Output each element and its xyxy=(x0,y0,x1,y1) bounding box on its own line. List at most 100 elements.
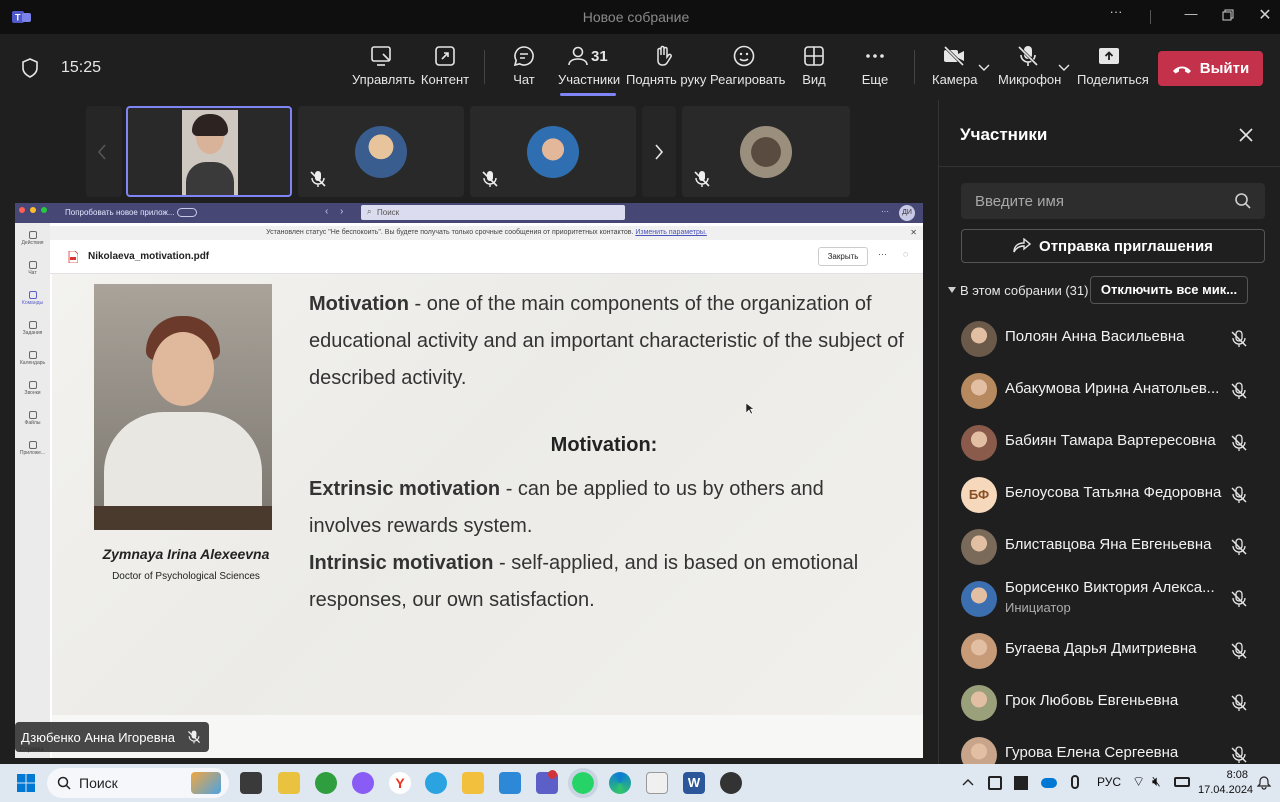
more-options-icon[interactable]: ··· xyxy=(1105,4,1127,19)
mic-off-icon xyxy=(1231,538,1247,555)
rail-item-label: Приложе... xyxy=(19,450,46,456)
video-tile-participant[interactable] xyxy=(470,106,636,197)
collapse-caret-icon[interactable] xyxy=(947,286,957,294)
video-tile-participant[interactable] xyxy=(682,106,850,197)
wifi-icon[interactable]: ⌔ xyxy=(1132,773,1145,791)
taskbar-date[interactable]: 17.04.2024 xyxy=(1198,784,1253,796)
rail-item[interactable]: Файлы xyxy=(15,411,50,426)
alice-icon[interactable] xyxy=(352,772,374,794)
file-explorer-icon[interactable] xyxy=(462,772,484,794)
mute-all-button[interactable]: Отключить все мик... xyxy=(1090,276,1248,304)
rail-item-icon xyxy=(28,411,37,419)
participant-avatar xyxy=(961,321,997,357)
participant-row[interactable]: Борисенко Виктория Алекса... Инициатор xyxy=(961,579,1271,619)
mic-off-icon xyxy=(310,171,326,187)
participant-row[interactable]: Грок Любовь Евгеньевна xyxy=(961,683,1271,723)
section-header: В этом собрании (31) xyxy=(960,283,1089,298)
strip-next-button[interactable] xyxy=(642,106,676,197)
word-icon[interactable]: W xyxy=(683,772,705,794)
participant-row[interactable]: Блиставцова Яна Евгеньевна xyxy=(961,527,1271,567)
app-icon-green[interactable] xyxy=(315,772,337,794)
chevron-down-icon[interactable] xyxy=(1058,64,1070,72)
strip-prev-button[interactable] xyxy=(86,106,122,197)
battery-icon[interactable] xyxy=(1174,777,1190,787)
close-file-button[interactable]: Закрыть xyxy=(818,247,868,266)
try-new-toggle[interactable] xyxy=(177,208,197,217)
volume-muted-icon[interactable]: 🔇︎ xyxy=(1152,773,1161,790)
participant-row[interactable]: Бабиян Тамара Вартересовна xyxy=(961,423,1271,463)
close-panel-icon[interactable] xyxy=(1238,127,1254,143)
rail-item[interactable]: Приложе... xyxy=(15,441,50,456)
chevron-down-icon[interactable] xyxy=(978,64,990,72)
notifications-bell-icon[interactable] xyxy=(1257,776,1271,790)
camera-off-icon xyxy=(943,45,965,67)
camera-button[interactable]: Камера xyxy=(932,44,977,87)
task-view-icon[interactable] xyxy=(240,772,262,794)
onedrive-icon[interactable] xyxy=(1041,778,1057,788)
close-window-icon[interactable]: ✕ xyxy=(1254,5,1276,25)
panel-divider xyxy=(939,166,1280,167)
share-button[interactable]: Поделиться xyxy=(1077,44,1149,87)
participant-search-placeholder: Введите имя xyxy=(975,193,1064,210)
tray-app-icon[interactable] xyxy=(1014,776,1028,790)
rail-item-label: Звонки xyxy=(24,390,41,396)
close-notice-icon[interactable]: ✕ xyxy=(910,226,917,240)
rail-item[interactable]: Звонки xyxy=(15,381,50,396)
pdf-file-icon xyxy=(68,251,78,263)
video-tile-self[interactable] xyxy=(126,106,292,197)
shield-icon[interactable] xyxy=(21,58,39,78)
file-chat-icon[interactable]: ◌ xyxy=(903,249,908,259)
participant-search-input[interactable]: Введите имя xyxy=(961,183,1265,219)
microphone-tray-icon[interactable] xyxy=(1071,775,1079,789)
rail-item[interactable]: Чат xyxy=(15,261,50,276)
mic-label: Микрофон xyxy=(998,72,1062,87)
inner-search-box[interactable]: ⌕ Поиск xyxy=(361,205,625,220)
chat-button[interactable]: Чат xyxy=(508,44,540,87)
mic-off-icon xyxy=(694,171,710,187)
edge-icon[interactable] xyxy=(609,772,631,794)
send-invite-button[interactable]: Отправка приглашения xyxy=(961,229,1265,263)
pdf-slide: Zymnaya Irina Alexeevna Doctor of Psycho… xyxy=(52,274,923,715)
snipping-tool-icon[interactable] xyxy=(646,772,668,794)
participant-row[interactable]: Бугаева Дарья Дмитриевна xyxy=(961,631,1271,671)
restore-icon[interactable] xyxy=(1222,9,1234,21)
rail-item[interactable]: Календарь xyxy=(15,351,50,366)
file-more-icon[interactable]: ··· xyxy=(878,249,887,259)
dnd-notice-link[interactable]: Изменить параметры. xyxy=(635,229,707,236)
view-button[interactable]: Вид xyxy=(800,44,828,87)
rail-item[interactable]: Команды xyxy=(15,291,50,306)
video-tile-participant[interactable] xyxy=(298,106,464,197)
participant-row[interactable]: БФ Белоусова Татьяна Федоровна xyxy=(961,475,1271,515)
media-player-icon[interactable] xyxy=(720,772,742,794)
taskbar-time[interactable]: 8:08 xyxy=(1200,769,1248,781)
language-indicator[interactable]: РУС xyxy=(1097,775,1121,789)
content-button[interactable]: Контент xyxy=(420,44,470,87)
mic-button[interactable]: Микрофон xyxy=(998,44,1062,87)
rail-item[interactable]: Действия xyxy=(15,231,50,246)
windows-start-icon[interactable] xyxy=(17,774,35,792)
taskbar-search[interactable]: Поиск xyxy=(47,768,229,798)
manage-button[interactable]: Управлять xyxy=(352,44,415,87)
leave-button[interactable]: Выйти xyxy=(1158,51,1263,86)
try-new-app-label: Попробовать новое прилож... xyxy=(65,208,175,217)
rail-item-label: Задания xyxy=(22,330,43,336)
app-icon-yellow[interactable] xyxy=(278,772,300,794)
minimize-icon[interactable]: — xyxy=(1180,6,1202,21)
whatsapp-icon[interactable] xyxy=(568,768,598,798)
rail-item[interactable]: Задания xyxy=(15,321,50,336)
back-arrow-icon[interactable]: ‹ xyxy=(325,206,328,217)
notepad-icon[interactable] xyxy=(499,772,521,794)
raise-hand-button[interactable]: Поднять руку xyxy=(626,44,706,87)
chevron-up-icon[interactable] xyxy=(962,778,974,786)
inner-more-icon[interactable]: ··· xyxy=(881,207,889,216)
forward-arrow-icon[interactable]: › xyxy=(340,206,343,217)
react-button[interactable]: Реагировать xyxy=(710,44,785,87)
yandex-browser-icon[interactable]: Y xyxy=(389,772,411,794)
participant-row[interactable]: Абакумова Ирина Анатольев... xyxy=(961,371,1271,411)
participant-avatar xyxy=(961,373,997,409)
participants-button[interactable]: 31 Участники xyxy=(558,44,620,96)
participant-row[interactable]: Полоян Анна Васильевна xyxy=(961,319,1271,359)
more-button[interactable]: Еще xyxy=(860,44,890,87)
telegram-icon[interactable] xyxy=(425,772,447,794)
tray-app-icon[interactable] xyxy=(988,776,1002,790)
